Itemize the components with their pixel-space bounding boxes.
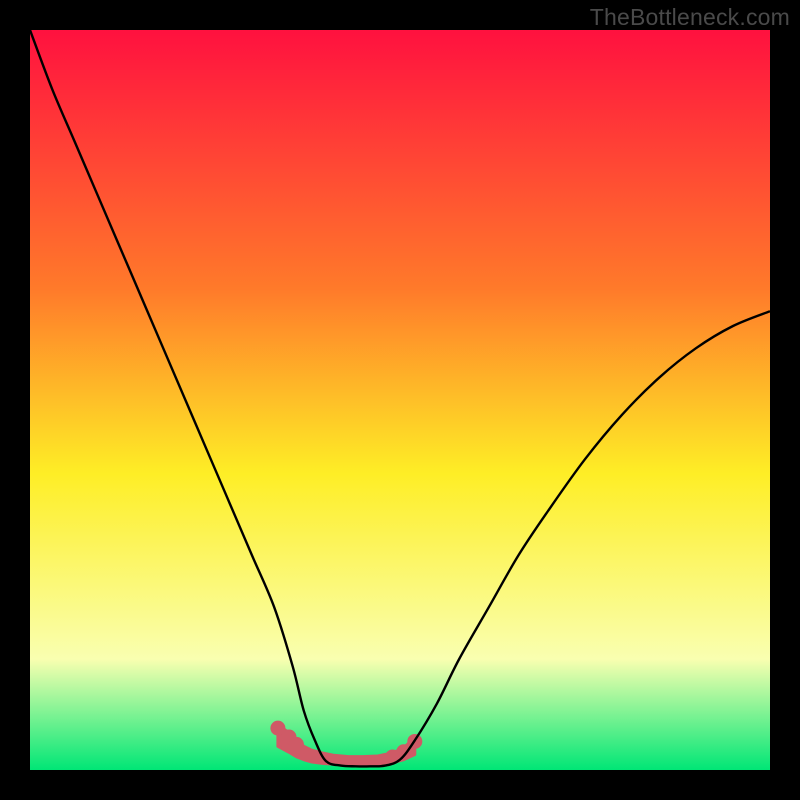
gradient-background	[30, 30, 770, 770]
bottleneck-chart	[30, 30, 770, 770]
plot-area	[30, 30, 770, 770]
chart-frame: TheBottleneck.com	[0, 0, 800, 800]
watermark-text: TheBottleneck.com	[590, 4, 790, 31]
marker-bead	[289, 737, 304, 752]
